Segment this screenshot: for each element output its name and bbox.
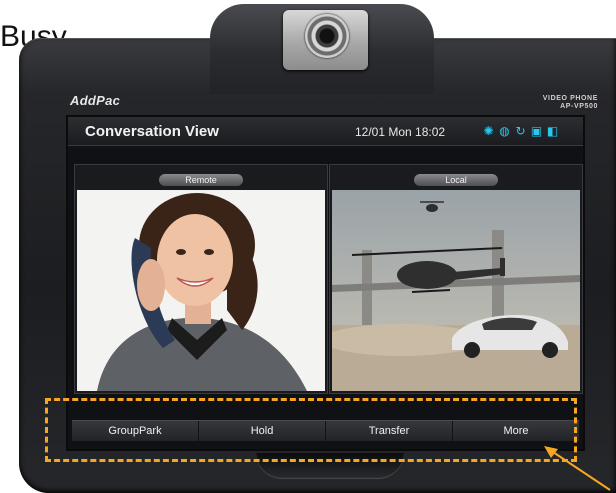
local-video-panel: Local <box>329 164 583 394</box>
settings-icon[interactable]: ✺ <box>482 124 495 137</box>
remote-video-feed <box>77 190 325 391</box>
datetime-display: 12/01 Mon 18:02 <box>355 125 446 139</box>
globe-icon[interactable]: ◍ <box>498 124 511 137</box>
brand-logo: AddPac <box>70 93 121 108</box>
local-panel-label[interactable]: Local <box>414 174 498 186</box>
softkey-highlight-annotation <box>45 398 577 462</box>
remote-video-panel: Remote <box>74 164 328 394</box>
remote-panel-label[interactable]: Remote <box>159 174 243 186</box>
local-video-feed <box>332 190 580 391</box>
model-label: VIDEO PHONE AP-VP500 <box>508 95 598 111</box>
model-line-1: VIDEO PHONE <box>542 95 598 102</box>
screen-titlebar: Conversation View 12/01 Mon 18:02 ✺ ◍ ↻ … <box>68 117 583 146</box>
status-icon-bar: ✺ ◍ ↻ ▣ ◧ <box>482 124 559 137</box>
annotation-arrow-icon <box>544 446 611 491</box>
phonebook-icon[interactable]: ◧ <box>546 124 559 137</box>
screen-title: Conversation View <box>85 123 219 140</box>
model-line-2: AP-VP500 <box>560 103 598 110</box>
sync-icon[interactable]: ↻ <box>514 124 527 137</box>
camera-lens-icon <box>305 14 349 58</box>
calendar-icon[interactable]: ▣ <box>530 124 543 137</box>
